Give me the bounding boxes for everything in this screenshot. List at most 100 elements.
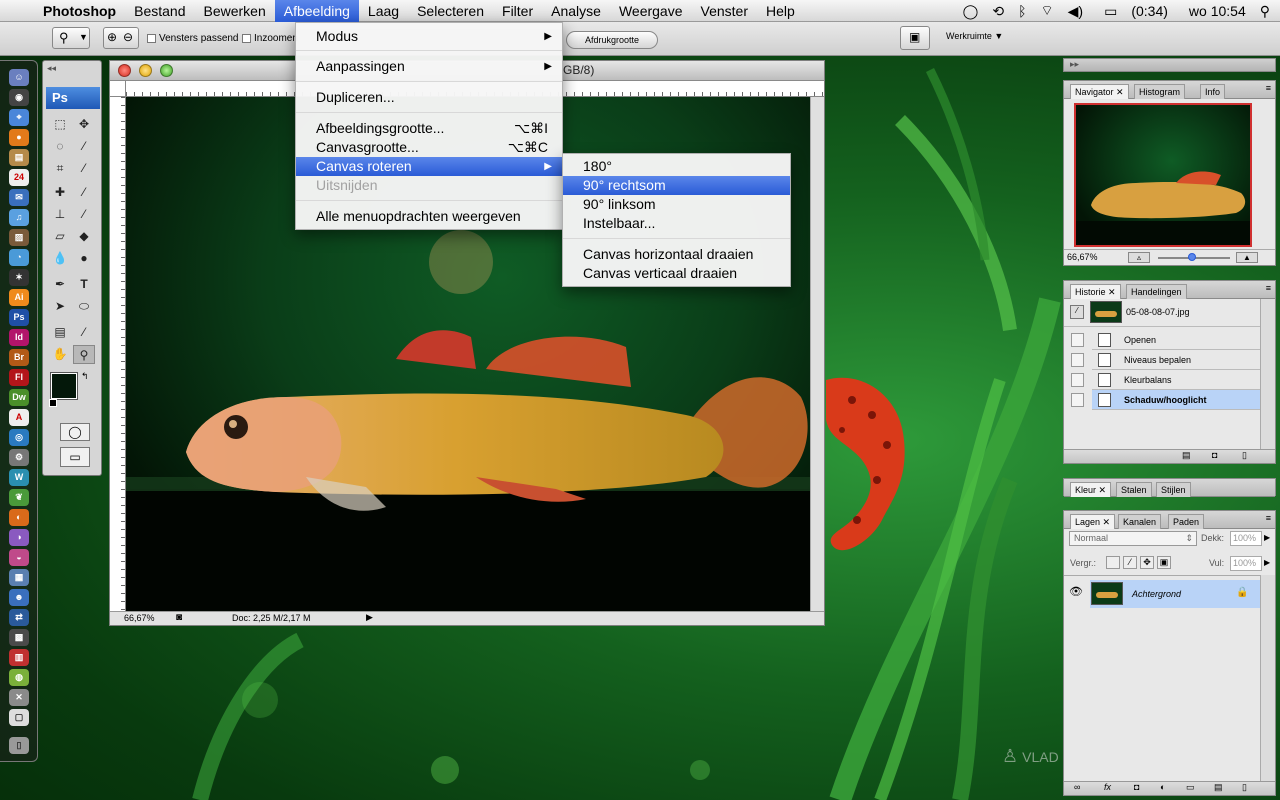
file-browser-button[interactable]: ▣ <box>900 26 930 50</box>
zoom-tool-icon[interactable]: ⚲ <box>73 345 95 364</box>
menu-afbeelding[interactable]: Afbeelding <box>274 0 359 22</box>
stamp-tool-icon[interactable]: ⊥ <box>49 205 71 224</box>
submenu-item-90-rechtsom[interactable]: 90° rechtsom <box>563 176 790 195</box>
link-layers-icon[interactable]: ∞ <box>1074 782 1080 792</box>
bluetooth-icon[interactable]: ᛒ <box>1018 3 1026 19</box>
indesign-icon[interactable]: Id <box>9 329 29 346</box>
app-icon-purple[interactable]: ◑ <box>9 529 29 546</box>
menu-item-canvasgrootte[interactable]: Canvasgrootte... ⌥⌘C <box>296 138 562 157</box>
zoom-all-checkbox[interactable]: Inzoomen <box>242 33 298 44</box>
history-brush-source-icon[interactable]: ⁄ <box>1070 305 1084 319</box>
panel-dock-header[interactable]: ▸▸ <box>1063 58 1276 72</box>
layer-name[interactable]: Achtergrond <box>1132 589 1181 599</box>
menu-item-canvas-roteren[interactable]: Canvas roteren ▶ <box>296 157 562 176</box>
utility-icon[interactable]: ⚙ <box>9 449 29 466</box>
foreground-color-swatch[interactable] <box>50 372 78 400</box>
submenu-item-horizontaal-draaien[interactable]: Canvas horizontaal draaien <box>563 245 790 264</box>
pen-tool-icon[interactable]: ✒ <box>49 275 71 294</box>
history-snapshot-row[interactable]: ⁄ 05-08-08-07.jpg <box>1064 299 1260 327</box>
move-tool-icon[interactable]: ✥ <box>73 115 95 134</box>
magic-wand-tool-icon[interactable]: ⁄ <box>73 137 95 156</box>
history-step[interactable]: Openen <box>1092 330 1260 350</box>
app-icon-leaf[interactable]: ❦ <box>9 489 29 506</box>
firefox-icon[interactable]: ● <box>9 129 29 146</box>
app-icon-orange[interactable]: ◐ <box>9 509 29 526</box>
flash-icon[interactable]: Fl <box>9 369 29 386</box>
history-step-selected[interactable]: Schaduw/hooglicht <box>1092 390 1260 410</box>
minimize-window-icon[interactable] <box>139 64 152 77</box>
fit-windows-checkbox-box[interactable] <box>147 34 156 43</box>
navigator-zoom-value[interactable]: 66,67% <box>1067 252 1098 262</box>
photoshop-logo[interactable]: Ps <box>46 87 100 109</box>
layers-scrollbar[interactable] <box>1260 575 1275 781</box>
menu-photoshop[interactable]: Photoshop <box>34 0 125 22</box>
expand-icon[interactable]: ▸▸ <box>1070 59 1079 70</box>
opacity-input[interactable]: 100% <box>1230 531 1262 546</box>
history-checkbox[interactable] <box>1071 393 1084 407</box>
vertical-scrollbar[interactable] <box>810 97 824 611</box>
submenu-item-instelbaar[interactable]: Instelbaar... <box>563 214 790 233</box>
panel-menu-icon[interactable]: ≡ <box>1266 283 1271 293</box>
eye-icon[interactable]: 👁 <box>1069 585 1083 598</box>
lasso-tool-icon[interactable]: ◌ <box>49 137 71 156</box>
new-snapshot-icon[interactable]: ◘ <box>1212 450 1217 460</box>
new-group-icon[interactable]: ▭ <box>1186 782 1195 793</box>
adjustment-layer-icon[interactable]: ◐ <box>1160 782 1165 792</box>
menu-analyse[interactable]: Analyse <box>542 0 610 22</box>
tab-historie[interactable]: Historie ✕ <box>1070 284 1121 299</box>
history-checkbox[interactable] <box>1071 353 1084 367</box>
panel-menu-icon[interactable]: ≡ <box>1266 513 1271 523</box>
ruler-origin[interactable] <box>110 81 126 97</box>
app-icon-w[interactable]: W <box>9 469 29 486</box>
ical-icon[interactable]: 24 <box>9 169 29 186</box>
history-scrollbar[interactable] <box>1260 299 1275 449</box>
zoom-in-button[interactable]: ▲ <box>1236 252 1258 263</box>
photoshop-icon[interactable]: Ps <box>9 309 29 326</box>
dodge-tool-icon[interactable]: ● <box>73 249 95 268</box>
menu-filter[interactable]: Filter <box>493 0 542 22</box>
tab-stijlen[interactable]: Stijlen <box>1156 482 1191 497</box>
zoom-in-icon[interactable]: ⊕ <box>107 30 117 44</box>
hand-tool-icon[interactable]: ✋ <box>49 345 71 364</box>
workspace-menu[interactable]: Werkruimte ▼ <box>946 31 1003 41</box>
tab-paden[interactable]: Paden <box>1168 514 1205 529</box>
finder-icon[interactable]: ☺ <box>9 69 29 86</box>
tab-lagen[interactable]: Lagen ✕ <box>1070 514 1116 529</box>
new-layer-icon[interactable]: ▤ <box>1214 782 1223 793</box>
dreamweaver-icon[interactable]: Dw <box>9 389 29 406</box>
screen-mode-button[interactable]: ▭ <box>60 447 90 467</box>
chat-icon[interactable]: ◯ <box>963 3 979 20</box>
status-menu-arrow-icon[interactable]: ▶ <box>366 612 373 623</box>
menu-laag[interactable]: Laag <box>359 0 408 22</box>
app-icon-dark[interactable]: ▩ <box>9 629 29 646</box>
submenu-item-verticaal-draaien[interactable]: Canvas verticaal draaien <box>563 264 790 283</box>
tab-histogram[interactable]: Histogram <box>1134 84 1186 99</box>
color-sampler-tool-icon[interactable]: ⁄ <box>73 323 95 342</box>
brush-tool-icon[interactable]: ⁄ <box>73 183 95 202</box>
blend-mode-select[interactable]: Normaal ⇕ <box>1069 531 1197 546</box>
safari-icon[interactable]: ⌖ <box>9 109 29 126</box>
zoom-level-field[interactable]: 66,67% <box>124 613 155 623</box>
paint-bucket-tool-icon[interactable]: ◆ <box>73 227 95 246</box>
app-icon-pink[interactable]: ◒ <box>9 549 29 566</box>
close-window-icon[interactable] <box>118 64 131 77</box>
app-icon-gray[interactable]: ✕ <box>9 689 29 706</box>
collapse-icon[interactable]: ◂◂ <box>47 63 56 74</box>
clock[interactable]: wo 10:54 <box>1189 3 1246 19</box>
lock-position-icon[interactable]: ✥ <box>1140 556 1154 569</box>
tab-navigator[interactable]: Navigator ✕ <box>1070 84 1129 99</box>
mail-icon[interactable]: ✉ <box>9 189 29 206</box>
zoom-slider-thumb[interactable] <box>1188 253 1196 261</box>
bridge-icon[interactable]: Br <box>9 349 29 366</box>
tab-info[interactable]: Info <box>1200 84 1226 99</box>
swap-colors-icon[interactable]: ↰ <box>81 371 89 382</box>
itunes-icon[interactable]: ♫ <box>9 209 29 226</box>
menu-item-aanpassingen[interactable]: Aanpassingen ▶ <box>296 57 562 76</box>
notes-tool-icon[interactable]: ▤ <box>49 323 71 342</box>
default-colors-icon[interactable] <box>49 399 57 407</box>
zoom-window-icon[interactable] <box>160 64 173 77</box>
zoom-all-checkbox-box[interactable] <box>242 34 251 43</box>
opacity-arrow-icon[interactable]: ▶ <box>1264 533 1270 542</box>
blur-tool-icon[interactable]: 💧 <box>49 249 71 268</box>
fill-input[interactable]: 100% <box>1230 556 1262 571</box>
